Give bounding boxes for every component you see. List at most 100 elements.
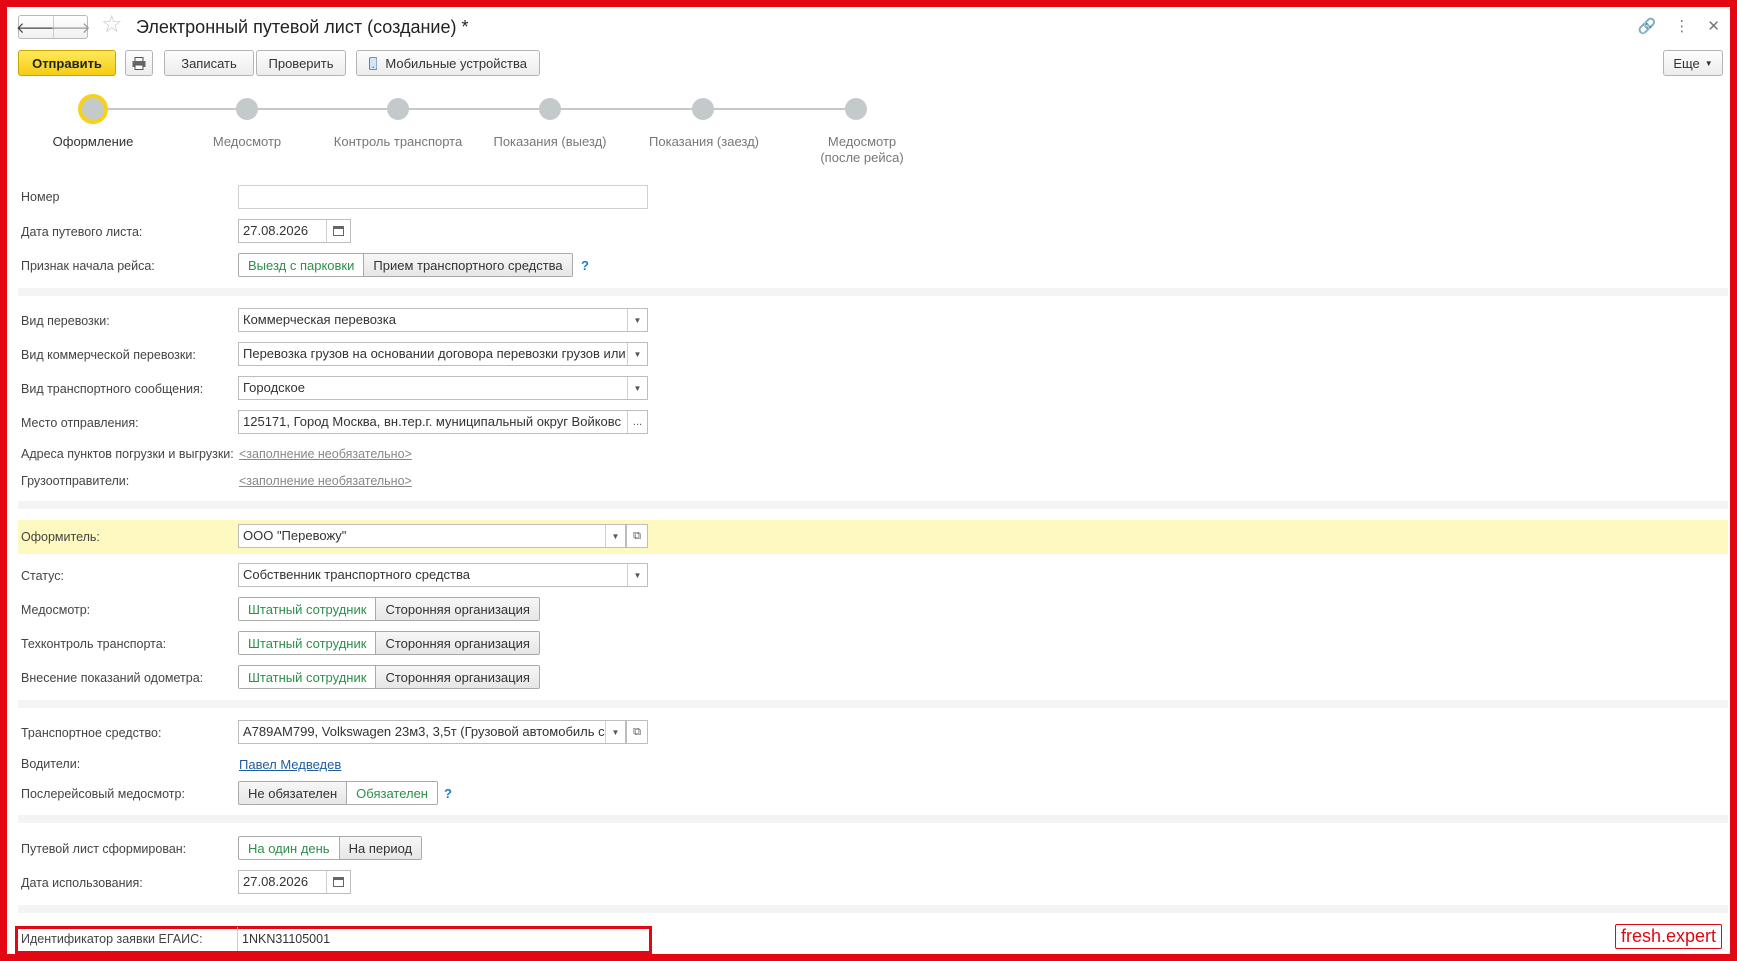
- issuer-label: Оформитель:: [21, 530, 100, 544]
- status-label: Статус:: [21, 569, 64, 583]
- trip-start-option-vehicle[interactable]: Прием транспортного средства: [363, 254, 572, 276]
- chevron-down-icon[interactable]: ▼: [605, 721, 625, 743]
- calendar-icon[interactable]: [326, 871, 350, 893]
- post-medical-label: Послерейсовый медосмотр:: [21, 787, 185, 801]
- formed-option-period[interactable]: На период: [338, 837, 422, 859]
- techcontrol-label: Техконтроль транспорта:: [21, 637, 167, 651]
- addresses-label: Адреса пунктов погрузки и выгрузки:: [21, 447, 234, 461]
- more-vertical-icon[interactable]: ⋮: [1674, 17, 1689, 35]
- shippers-link[interactable]: <заполнение необязательно>: [239, 474, 412, 488]
- post-medical-option-required[interactable]: Обязателен: [346, 782, 437, 804]
- post-medical-toggle: Не обязателен Обязателен: [238, 781, 438, 805]
- step-dot-5[interactable]: [692, 98, 714, 120]
- medical-label: Медосмотр:: [21, 603, 91, 617]
- step-label-2[interactable]: Медосмотр: [187, 134, 307, 150]
- connection-kind-select[interactable]: Городское ▼: [238, 376, 648, 400]
- chevron-down-icon: ▼: [1704, 58, 1713, 68]
- step-label-3[interactable]: Контроль транспорта: [323, 134, 473, 150]
- transport-kind-label: Вид перевозки:: [21, 314, 110, 328]
- date-input[interactable]: 27.08.2026: [238, 219, 351, 243]
- driver-link[interactable]: Павел Медведев: [239, 757, 341, 772]
- formed-label: Путевой лист сформирован:: [21, 842, 187, 856]
- section-divider: [18, 288, 1728, 296]
- step-dot-6[interactable]: [845, 98, 867, 120]
- mobile-phone-icon: [369, 56, 378, 70]
- use-date-input[interactable]: 27.08.2026: [238, 870, 351, 894]
- print-button[interactable]: [125, 50, 153, 76]
- form-window: 🡐 🡒 ☆ Электронный путевой лист (создание…: [7, 7, 1730, 954]
- step-dot-3[interactable]: [387, 98, 409, 120]
- step-label-6-line2: (после рейса): [820, 150, 904, 165]
- save-button[interactable]: Записать: [164, 50, 254, 76]
- more-label: Еще: [1673, 55, 1700, 71]
- use-date-value: 27.08.2026: [243, 874, 309, 889]
- star-icon[interactable]: ☆: [101, 13, 123, 37]
- send-button[interactable]: Отправить: [18, 50, 116, 76]
- trip-start-toggle: Выезд с парковки Прием транспортного сре…: [238, 253, 573, 277]
- number-label: Номер: [21, 190, 60, 204]
- link-icon[interactable]: 🔗: [1638, 17, 1657, 35]
- chevron-down-icon[interactable]: ▼: [627, 564, 647, 586]
- departure-input[interactable]: 125171, Город Москва, вн.тер.г. муниципа…: [238, 410, 648, 434]
- medical-option-external[interactable]: Сторонняя организация: [375, 598, 539, 620]
- chevron-down-icon[interactable]: ▼: [627, 309, 647, 331]
- printer-icon: [132, 56, 146, 70]
- step-dot-4[interactable]: [539, 98, 561, 120]
- odometer-label: Внесение показаний одометра:: [21, 671, 204, 685]
- watermark-logo: fresh.expert: [1614, 924, 1722, 949]
- stepper-line: [95, 108, 863, 110]
- step-label-6[interactable]: Медосмотр (после рейса): [797, 134, 927, 166]
- odometer-toggle: Штатный сотрудник Сторонняя организация: [238, 665, 540, 689]
- egais-label: Идентификатор заявки ЕГАИС:: [21, 932, 203, 946]
- techcontrol-option-external[interactable]: Сторонняя организация: [375, 632, 539, 654]
- ellipsis-button[interactable]: ...: [627, 411, 647, 433]
- vehicle-select[interactable]: А789АМ799, Volkswagen 23м3, 3,5т (Грузов…: [238, 720, 626, 744]
- vehicle-value: А789АМ799, Volkswagen 23м3, 3,5т (Грузов…: [243, 724, 605, 739]
- chevron-down-icon[interactable]: ▼: [627, 377, 647, 399]
- issuer-value: ООО "Перевожу": [243, 528, 347, 543]
- trip-start-label: Признак начала рейса:: [21, 259, 155, 273]
- step-label-1[interactable]: Оформление: [33, 134, 153, 150]
- status-value: Собственник транспортного средства: [243, 567, 470, 582]
- help-icon[interactable]: ?: [581, 258, 589, 273]
- date-value: 27.08.2026: [243, 223, 309, 238]
- open-link-icon[interactable]: ⧉: [626, 524, 648, 548]
- close-icon[interactable]: ✕: [1707, 17, 1720, 35]
- commercial-kind-label: Вид коммерческой перевозки:: [21, 348, 196, 362]
- more-button[interactable]: Еще ▼: [1663, 50, 1723, 76]
- transport-kind-select[interactable]: Коммерческая перевозка ▼: [238, 308, 648, 332]
- step-dot-2[interactable]: [236, 98, 258, 120]
- vehicle-label: Транспортное средство:: [21, 726, 162, 740]
- forward-icon[interactable]: 🡒: [50, 16, 91, 38]
- number-input[interactable]: [238, 185, 648, 209]
- chevron-down-icon[interactable]: ▼: [627, 343, 647, 365]
- check-button[interactable]: Проверить: [256, 50, 346, 76]
- shippers-label: Грузоотправители:: [21, 474, 130, 488]
- help-icon[interactable]: ?: [444, 786, 452, 801]
- calendar-icon[interactable]: [326, 220, 350, 242]
- mobile-devices-button[interactable]: Мобильные устройства: [356, 50, 540, 76]
- issuer-select[interactable]: ООО "Перевожу" ▼: [238, 524, 626, 548]
- commercial-kind-select[interactable]: Перевозка грузов на основании договора п…: [238, 342, 648, 366]
- post-medical-option-optional[interactable]: Не обязателен: [239, 782, 347, 804]
- step-dot-1[interactable]: [78, 94, 108, 124]
- step-label-4[interactable]: Показания (выезд): [475, 134, 625, 150]
- step-label-5[interactable]: Показания (заезд): [629, 134, 779, 150]
- open-link-icon[interactable]: ⧉: [626, 720, 648, 744]
- addresses-link[interactable]: <заполнение необязательно>: [239, 447, 412, 461]
- status-select[interactable]: Собственник транспортного средства ▼: [238, 563, 648, 587]
- odometer-option-staff[interactable]: Штатный сотрудник: [239, 666, 376, 688]
- formed-option-day[interactable]: На один день: [239, 837, 339, 859]
- section-divider: [18, 905, 1728, 913]
- date-label: Дата путевого листа:: [21, 225, 143, 239]
- commercial-kind-value: Перевозка грузов на основании договора п…: [243, 346, 626, 361]
- techcontrol-option-staff[interactable]: Штатный сотрудник: [239, 632, 376, 654]
- chevron-down-icon[interactable]: ▼: [605, 525, 625, 547]
- medical-option-staff[interactable]: Штатный сотрудник: [239, 598, 376, 620]
- odometer-option-external[interactable]: Сторонняя организация: [375, 666, 539, 688]
- trip-start-option-parking[interactable]: Выезд с парковки: [239, 254, 364, 276]
- back-icon[interactable]: 🡐: [16, 16, 56, 38]
- egais-value[interactable]: 1NKN31105001: [242, 932, 330, 946]
- page-title: Электронный путевой лист (создание) *: [136, 17, 469, 37]
- drivers-label: Водители:: [21, 757, 81, 771]
